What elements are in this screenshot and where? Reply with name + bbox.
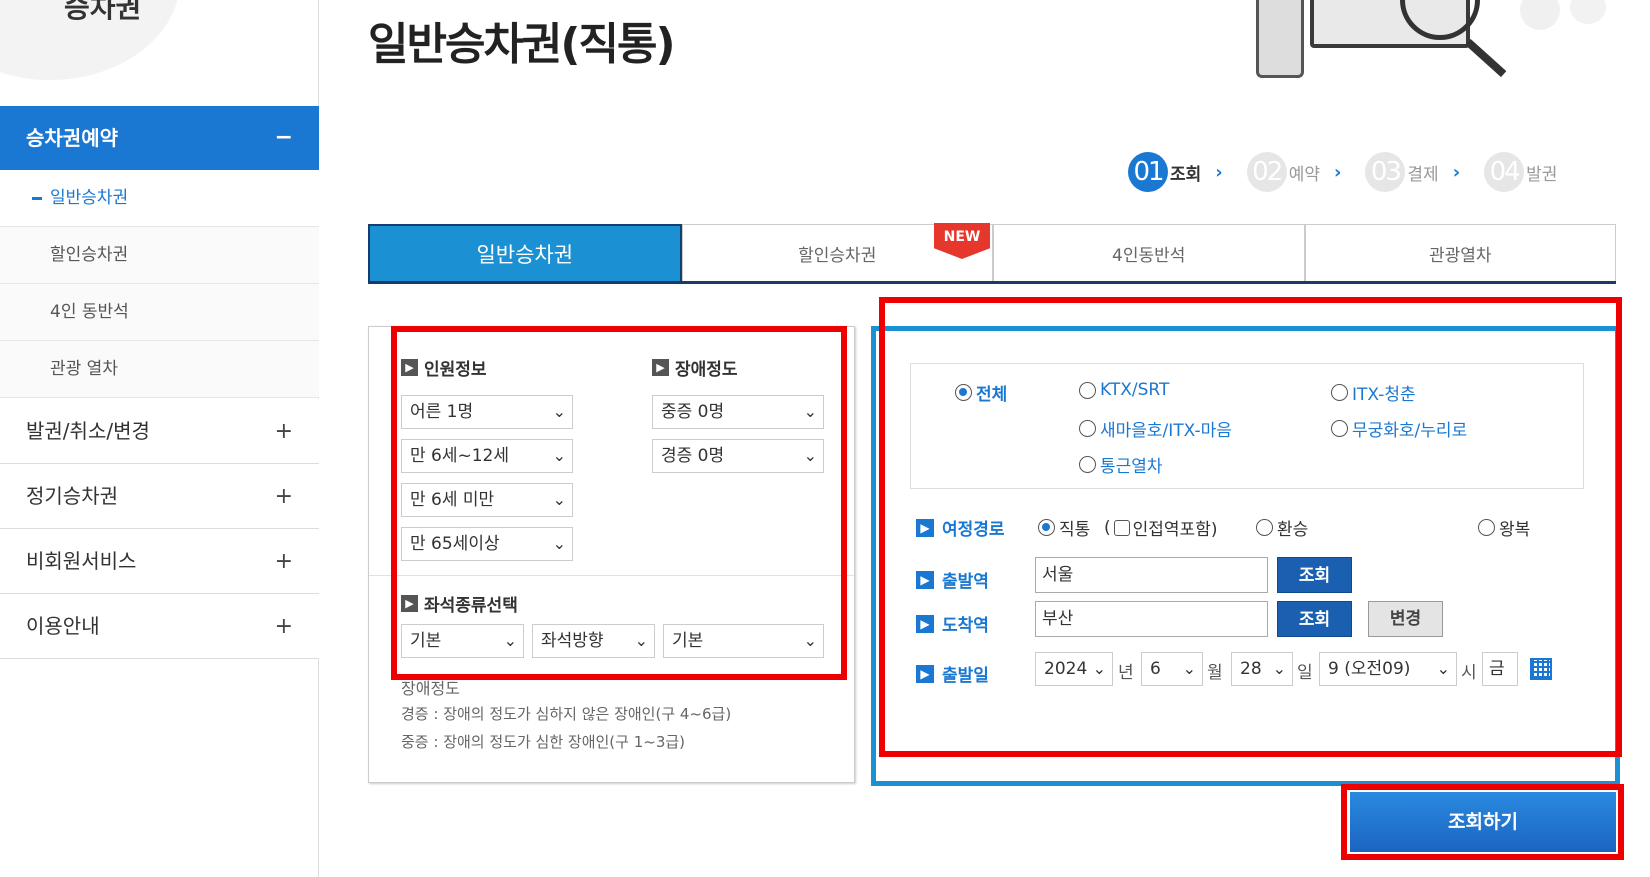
collapse-icon: − (274, 125, 293, 150)
sidebar-item-general-ticket[interactable]: 일반승차권 (0, 170, 319, 227)
sidebar-item-label: 발권/취소/변경 (26, 419, 150, 443)
sidebar-item-discount-ticket[interactable]: 할인승차권 (0, 227, 319, 284)
sidebar-item-guest-service[interactable]: 비회원서비스 + (0, 529, 319, 594)
chevron-right-icon: › (1452, 161, 1461, 183)
expand-icon: + (274, 419, 293, 444)
ticket-tabs: 일반승차권 할인승차권 NEW 4인동반석 관광열차 (368, 223, 1616, 284)
tab-family-seat[interactable]: 4인동반석 (993, 224, 1305, 281)
sidebar-header-ticket-reservation[interactable]: 승차권예약 − (0, 106, 319, 170)
step-label: 조회 (1170, 164, 1202, 185)
expand-icon: + (274, 549, 293, 574)
disability-note-mild: 경증 : 장애의 정도가 심하지 않은 장애인(구 4~6급) (401, 705, 732, 723)
sidebar-item-label: 정기승차권 (26, 484, 118, 508)
step-number: 04 (1484, 152, 1525, 192)
tab-discount-ticket[interactable]: 할인승차권 NEW (681, 223, 993, 281)
tab-label: 할인승차권 (798, 245, 877, 266)
sidebar: 승차권 승차권예약 − 일반승차권 할인승차권 4인 동반석 관광 열차 발권/… (0, 0, 319, 877)
new-badge: NEW (934, 223, 990, 259)
sidebar-item-label: 할인승차권 (50, 245, 129, 265)
page-title: 일반승차권(직통) (368, 19, 676, 70)
hero-illustration (1250, 0, 1620, 96)
phone-icon (1256, 0, 1304, 78)
cup-icon (1570, 0, 1606, 24)
tab-label: 일반승차권 (476, 242, 574, 267)
highlight-box-search (1341, 784, 1624, 860)
magnifier-handle (1465, 39, 1507, 78)
disability-note-severe: 중증 : 장애의 정도가 심한 장애인(구 1~3급) (401, 733, 686, 751)
step-label: 예약 (1288, 164, 1320, 185)
sidebar-item-ticketing[interactable]: 발권/취소/변경 + (0, 399, 319, 464)
cup-icon (1520, 0, 1560, 30)
tab-general-ticket[interactable]: 일반승차권 (368, 224, 682, 281)
step-payment: 03 결제 › (1365, 152, 1478, 192)
sidebar-item-label: 관광 열차 (50, 359, 118, 379)
sidebar-header-label: 승차권예약 (26, 126, 118, 150)
chevron-right-icon: › (1333, 161, 1342, 183)
page: 승차권 승차권예약 − 일반승차권 할인승차권 4인 동반석 관광 열차 발권/… (0, 0, 1650, 877)
step-reserve: 02 예약 › (1246, 152, 1360, 192)
highlight-box-route (879, 297, 1622, 757)
expand-icon: + (274, 614, 293, 639)
sidebar-logo-text: 승차권 (64, 0, 142, 24)
progress-steps: 01 조회 › 02 예약 › 03 결제 › 04 발권 (1128, 150, 1563, 194)
expand-icon: + (274, 484, 293, 509)
step-number: 01 (1128, 152, 1168, 192)
step-number: 03 (1365, 152, 1406, 192)
sidebar-item-family-seat[interactable]: 4인 동반석 (0, 284, 319, 341)
tab-label: 관광열차 (1428, 245, 1492, 266)
chevron-right-icon: › (1215, 161, 1223, 183)
tab-label: 4인동반석 (1112, 245, 1186, 266)
step-label: 결제 (1407, 164, 1439, 185)
step-search: 01 조회 › (1128, 152, 1241, 192)
highlight-box-passengers (391, 326, 847, 680)
sidebar-item-label: 일반승차권 (50, 188, 129, 208)
sidebar-logo: 승차권 (0, 0, 319, 100)
step-issue: 04 발권 (1484, 152, 1557, 192)
tab-tour-train[interactable]: 관광열차 (1304, 224, 1616, 281)
step-label: 발권 (1526, 164, 1558, 185)
step-number: 02 (1246, 152, 1287, 192)
sidebar-item-tour-train[interactable]: 관광 열차 (0, 341, 319, 398)
active-dash-icon (32, 197, 42, 200)
sidebar-item-label: 비회원서비스 (26, 549, 137, 573)
sidebar-item-season-ticket[interactable]: 정기승차권 + (0, 464, 319, 529)
sidebar-item-label: 이용안내 (26, 614, 100, 638)
sidebar-item-label: 4인 동반석 (50, 302, 129, 322)
sidebar-item-guide[interactable]: 이용안내 + (0, 594, 319, 659)
